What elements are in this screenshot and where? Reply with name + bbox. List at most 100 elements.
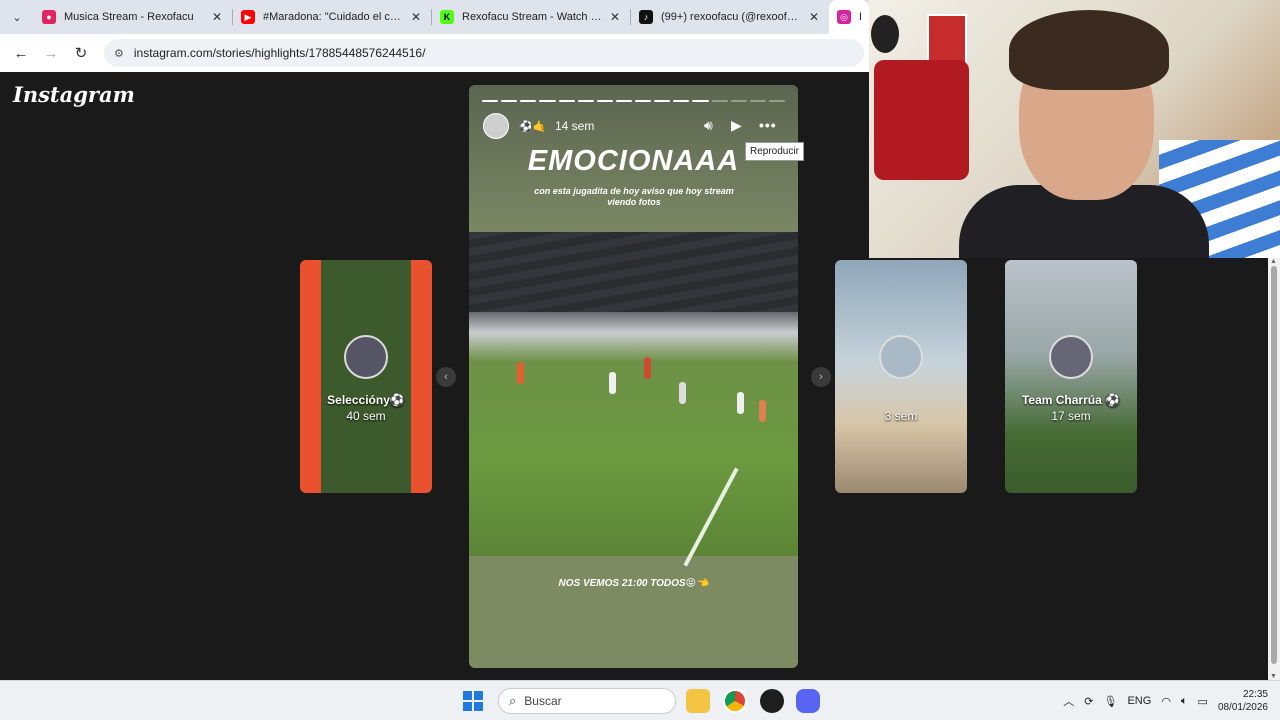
tab-1[interactable]: ● Musica Stream - Rexofacu ✕ [34, 0, 232, 34]
progress-segment [730, 100, 747, 102]
progress-segment [635, 100, 652, 102]
webcam-overlay [869, 0, 1280, 258]
scroll-thumb[interactable] [1271, 266, 1277, 664]
progress-segment [539, 100, 556, 102]
pitch-roof [469, 232, 798, 312]
sync-icon[interactable]: ⟳ [1084, 695, 1093, 708]
speaker-icon[interactable]: 🔈︎ [1181, 695, 1188, 708]
player-figure [679, 382, 686, 404]
tab-5-active[interactable]: ◎ Hist [829, 0, 869, 34]
progress-segment [520, 100, 537, 102]
page-scrollbar[interactable]: ▲ ▼ [1268, 258, 1280, 680]
story-subline: con esta jugadita de hoy aviso que hoy s… [534, 186, 734, 207]
streamer-hair [1009, 10, 1169, 90]
story-progress-bar [482, 100, 785, 102]
back-arrow-icon[interactable]: ← [8, 40, 34, 66]
windows-taskbar: ⌕ Buscar ︿ ⟳ 🎙︎ ENG ◠ 🔈︎ ▭ 22:35 08/01/2… [0, 680, 1280, 720]
url-text: instagram.com/stories/highlights/1788544… [133, 46, 426, 60]
progress-segment [654, 100, 671, 102]
progress-segment [596, 100, 613, 102]
search-icon: ⌕ [509, 693, 517, 708]
progress-segment [749, 100, 766, 102]
reload-icon[interactable]: ↻ [68, 40, 94, 66]
tab-3[interactable]: K Rexofacu Stream - Watch Live o… ✕ [432, 0, 630, 34]
microphone-icon[interactable]: 🎙︎ [1104, 695, 1118, 708]
volume-icon[interactable]: 🔊︎ [704, 117, 713, 134]
progress-segment [673, 100, 690, 102]
system-tray: ︿ ⟳ 🎙︎ ENG ◠ 🔈︎ ▭ 22:35 08/01/2026 [1063, 687, 1268, 715]
previous-story-chevron-left-icon[interactable]: ‹ [436, 367, 456, 387]
story-preview-left[interactable]: Seleccióny⚽ 40 sem [300, 260, 432, 493]
tab-close-icon[interactable]: ✕ [409, 10, 423, 24]
story-preview-time: 3 sem [884, 409, 918, 423]
story-preview-time: 17 sem [1051, 409, 1091, 423]
story-avatar[interactable] [483, 113, 509, 139]
story-timestamp: 14 sem [555, 119, 595, 133]
tab-close-icon[interactable]: ✕ [807, 10, 821, 24]
clock[interactable]: 22:35 08/01/2026 [1218, 688, 1268, 714]
instagram-logo[interactable]: Instagram [13, 82, 135, 107]
taskbar-search-placeholder: Buscar [524, 694, 562, 708]
site-info-icon[interactable]: ⚙ [114, 47, 124, 60]
story-preview-title: Seleccióny⚽ [327, 393, 405, 407]
address-toolbar: ← → ↻ ⚙ instagram.com/stories/highlights… [0, 34, 870, 72]
tab-favicon-icon: K [440, 10, 454, 24]
story-photo-football-pitch [469, 232, 798, 567]
clock-date: 08/01/2026 [1217, 702, 1268, 713]
player-figure [609, 372, 616, 394]
taskbar-search-box[interactable]: ⌕ Buscar [498, 688, 676, 714]
tab-title: Musica Stream - Rexofacu [64, 11, 194, 23]
play-icon[interactable]: ▶ [731, 117, 742, 134]
more-options-icon[interactable]: ••• [759, 117, 777, 133]
tab-close-icon[interactable]: ✕ [210, 10, 224, 24]
tab-title: (99+) rexoofacu (@rexoofacu) | … [661, 11, 801, 23]
discord-icon[interactable] [796, 689, 820, 713]
url-field[interactable]: ⚙ instagram.com/stories/highlights/17885… [104, 39, 864, 67]
tab-favicon-icon: ◎ [837, 10, 851, 24]
tray-chevron-up-icon[interactable]: ︿ [1063, 693, 1074, 709]
story-preview-time: 40 sem [346, 409, 386, 423]
tab-title: Hist [859, 11, 861, 23]
story-emoji-label: ⚽🤙 [519, 121, 547, 133]
scroll-down-icon[interactable]: ▼ [1270, 673, 1277, 680]
progress-segment [558, 100, 575, 102]
play-tooltip: Reproducir [745, 142, 804, 161]
story-preview-right-1[interactable]: 3 sem [835, 260, 967, 493]
story-preview-title: Team Charrúa ⚽ [1021, 393, 1121, 407]
next-story-chevron-right-icon[interactable]: › [811, 367, 831, 387]
tab-2[interactable]: ▶ #Maradona: "Cuidado el caño… ✕ [233, 0, 431, 34]
wifi-icon[interactable]: ◠ [1161, 695, 1171, 708]
tab-title: Rexofacu Stream - Watch Live o… [462, 11, 602, 23]
story-bottom-caption: NOS VEMOS 21:00 TODOS😝👈 [558, 578, 709, 589]
dartboard [871, 15, 899, 53]
story-preview-right-2[interactable]: Team Charrúa ⚽ 17 sem [1005, 260, 1137, 493]
windows-start-icon[interactable] [463, 691, 483, 711]
obs-icon[interactable] [760, 689, 784, 713]
progress-segment [501, 100, 518, 102]
red-chair [874, 60, 969, 180]
tab-favicon-icon: ● [42, 10, 56, 24]
progress-segment [692, 100, 709, 102]
language-indicator[interactable]: ENG [1127, 695, 1151, 707]
tab-4[interactable]: ♪ (99+) rexoofacu (@rexoofacu) | … ✕ [631, 0, 829, 34]
pitch-line [683, 467, 739, 567]
player-figure [644, 357, 651, 379]
progress-segment [711, 100, 728, 102]
progress-segment [615, 100, 632, 102]
story-avatar-ring [1049, 335, 1093, 379]
progress-segment [577, 100, 594, 102]
tab-close-icon[interactable]: ✕ [608, 10, 622, 24]
tab-title: #Maradona: "Cuidado el caño… [263, 11, 403, 23]
scroll-up-icon[interactable]: ▲ [1270, 258, 1277, 265]
clock-time: 22:35 [1242, 689, 1268, 700]
forward-arrow-icon[interactable]: → [38, 40, 64, 66]
tab-bar: ⌄ ● Musica Stream - Rexofacu ✕ ▶ #Marado… [0, 0, 870, 34]
player-figure [759, 400, 766, 422]
active-story[interactable]: ⚽🤙 14 sem 🔊︎ ▶ ••• EMOCIONAAA con esta j… [469, 85, 798, 668]
file-explorer-icon[interactable] [686, 689, 710, 713]
story-avatar-ring [344, 335, 388, 379]
chrome-icon[interactable] [723, 689, 747, 713]
tab-search-chevron-icon[interactable]: ⌄ [0, 0, 34, 34]
battery-icon[interactable]: ▭ [1198, 695, 1208, 708]
story-avatar-ring [879, 335, 923, 379]
